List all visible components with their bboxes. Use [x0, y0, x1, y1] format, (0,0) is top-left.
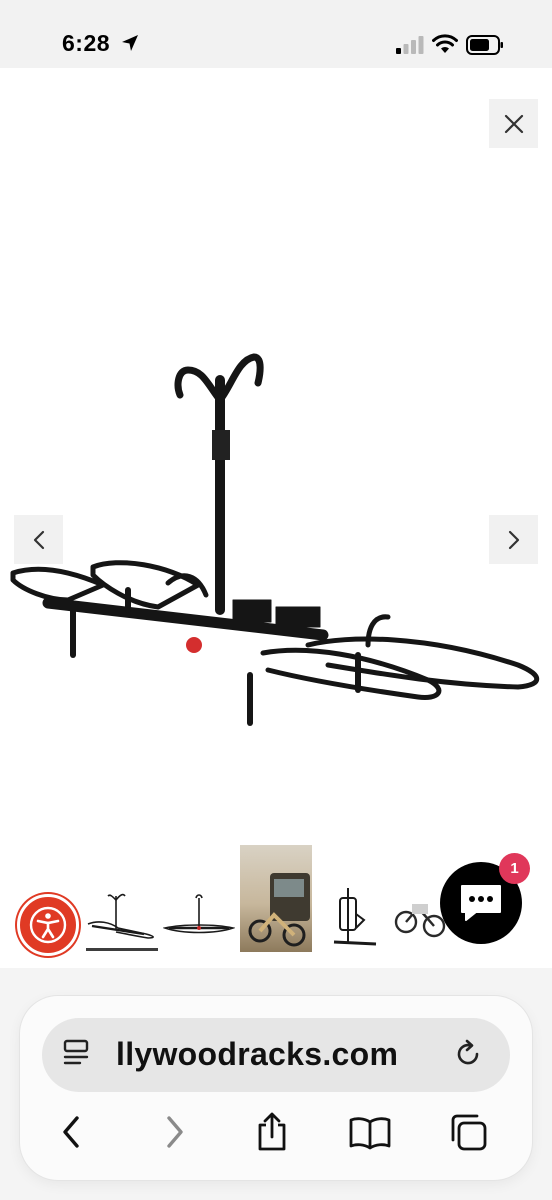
accessibility-icon	[29, 906, 67, 944]
forward-button[interactable]	[151, 1108, 199, 1156]
status-time: 6:28	[62, 30, 111, 56]
location-arrow-icon	[122, 35, 138, 51]
reload-icon[interactable]	[452, 1038, 484, 1070]
chat-unread-badge: 1	[499, 853, 530, 884]
status-bar: 6:28	[0, 0, 552, 68]
book-icon	[349, 1117, 391, 1150]
thumbnail-rack-on-vehicle-photo[interactable]	[240, 845, 312, 952]
url-text[interactable]: llywoodracks.com	[116, 1036, 398, 1073]
share-button[interactable]	[248, 1108, 296, 1156]
thumbnail-rack-side-view[interactable]	[163, 890, 235, 946]
tabs-icon	[451, 1114, 487, 1151]
tabs-button[interactable]	[444, 1108, 492, 1156]
close-button[interactable]	[489, 99, 538, 148]
accessibility-button[interactable]	[17, 894, 79, 956]
close-icon	[504, 114, 523, 133]
chevron-left-icon	[63, 1116, 79, 1148]
wifi-icon	[432, 34, 458, 53]
chat-bubble-icon	[461, 885, 501, 921]
page-menu-icon[interactable]	[62, 1038, 92, 1068]
back-button[interactable]	[47, 1108, 95, 1156]
share-icon	[258, 1112, 286, 1151]
thumbnail-rack-front-view[interactable]	[86, 890, 158, 946]
selected-thumbnail-indicator	[86, 948, 158, 951]
cellular-signal-icon	[396, 36, 424, 54]
chevron-right-icon	[167, 1116, 183, 1148]
battery-icon	[466, 35, 503, 55]
bookmarks-button[interactable]	[346, 1108, 394, 1156]
product-image	[10, 353, 540, 726]
thumbnail-rack-folded-view[interactable]	[318, 884, 390, 948]
